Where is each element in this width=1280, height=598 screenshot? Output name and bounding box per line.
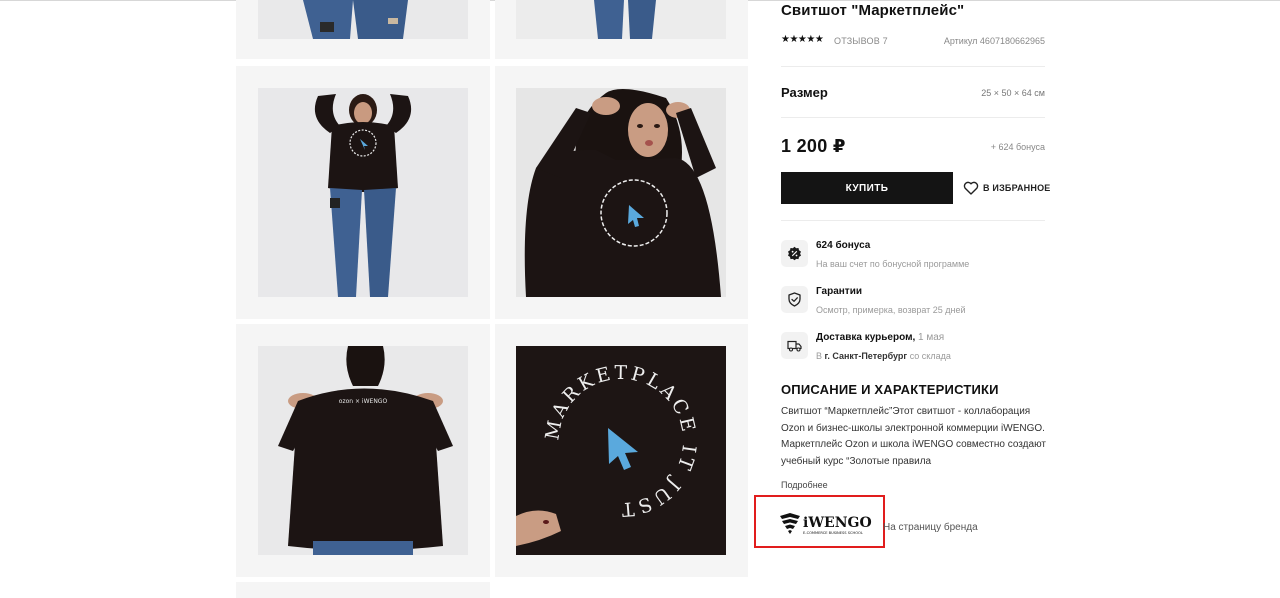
gallery-thumb-2[interactable] (495, 0, 748, 59)
buy-button[interactable]: КУПИТЬ (781, 172, 953, 204)
shield-icon (788, 292, 801, 307)
rating-row: ★★★★★ ОТЗЫВОВ 7 Артикул 4607180662965 (781, 34, 1045, 47)
price: 1 200 ₽ (781, 136, 846, 156)
rating-stars[interactable]: ★★★★★ (781, 34, 824, 45)
feature-title: 624 бонуса (816, 240, 871, 251)
truck-icon-box (781, 332, 808, 359)
truck-icon (787, 340, 802, 352)
model-front-full-image (314, 94, 412, 297)
model-front-closeup-image (524, 89, 721, 297)
back-print-text: ozon × iWENGO (339, 398, 388, 405)
product-title: Свитшот "Маркетплейс" (781, 2, 965, 19)
delivery-prefix: В (816, 351, 823, 361)
gallery-thumb-1[interactable] (236, 0, 490, 59)
feature-title: Доставка курьером, 1 мая (816, 332, 944, 343)
feature-bonus: 624 бонуса На ваш счет по бонусной прогр… (781, 240, 1045, 274)
description-text: Свитшот “Маркетплейс”Этот свитшот - колл… (781, 406, 1046, 467)
delivery-suffix: со склада (909, 351, 951, 361)
bonus-icon-box (781, 240, 808, 267)
brand-page-link[interactable]: На страницу бренда (883, 522, 978, 533)
more-link[interactable]: Подробнее (781, 480, 828, 490)
size-value: 25 × 50 × 64 см (981, 88, 1045, 98)
feature-title: Гарантии (816, 286, 863, 297)
favorite-label: В ИЗБРАННОЕ (983, 183, 1051, 193)
brand-logo-name: iWENGO (803, 515, 872, 531)
feature-delivery: Доставка курьером, 1 мая В г. Санкт-Пете… (781, 332, 1045, 366)
divider (781, 117, 1045, 118)
size-label: Размер (781, 85, 828, 100)
bonus-amount: + 624 бонуса (990, 142, 1045, 152)
model-back-image: ozon × iWENGO (278, 346, 453, 555)
jeans-photo (303, 0, 408, 39)
feature-subtitle: В г. Санкт-Петербург со склада (816, 351, 951, 361)
shield-icon-box (781, 286, 808, 313)
feature-subtitle: На ваш счет по бонусной программе (816, 259, 970, 269)
gallery-thumb-next[interactable] (236, 582, 490, 598)
sku-label: Артикул 4607180662965 (943, 36, 1045, 46)
brand-logo[interactable]: iWENGO E-COMMERCE BUSINESS SCHOOL (778, 510, 878, 538)
gallery-photo-back[interactable]: ozon × iWENGO (236, 324, 490, 577)
divider (781, 66, 1045, 67)
heart-icon (963, 181, 979, 195)
reviews-link[interactable]: ОТЗЫВОВ 7 (834, 36, 888, 46)
print-detail-image: MARKETPLACE IT JUST (516, 362, 697, 546)
bonus-icon (788, 246, 801, 261)
description-heading: ОПИСАНИЕ И ХАРАКТЕРИСТИКИ (781, 382, 999, 397)
feature-guarantee: Гарантии Осмотр, примерка, возврат 25 дн… (781, 286, 1045, 320)
delivery-title: Доставка курьером, (816, 332, 916, 343)
gallery-photo-front-closeup[interactable] (495, 66, 748, 319)
gallery-photo-front-full[interactable] (236, 66, 490, 319)
brand-logo-tagline: E-COMMERCE BUSINESS SCHOOL (803, 531, 863, 535)
iwengo-logo-icon: iWENGO E-COMMERCE BUSINESS SCHOOL (780, 513, 872, 535)
delivery-city-link[interactable]: г. Санкт-Петербург (825, 351, 908, 361)
delivery-date: 1 мая (918, 332, 945, 343)
gallery-photo-print-detail[interactable]: MARKETPLACE IT JUST (495, 324, 748, 577)
feature-subtitle: Осмотр, примерка, возврат 25 дней (816, 305, 966, 315)
divider (781, 220, 1045, 221)
jeans-photo (594, 0, 656, 39)
